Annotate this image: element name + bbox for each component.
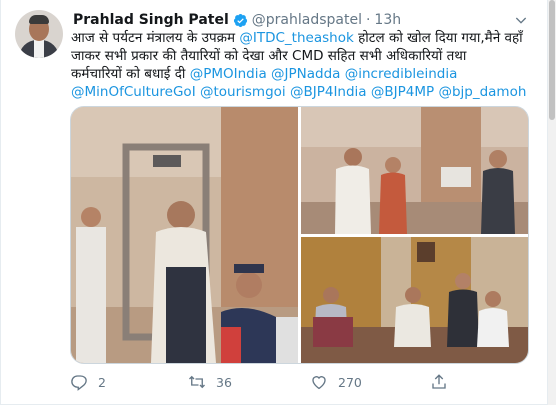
retweet-button[interactable]: 36 <box>188 372 232 392</box>
mention-link[interactable]: @MinOfCultureGoI <box>71 84 196 100</box>
mention-link[interactable]: @PMOIndia <box>190 66 267 82</box>
share-button[interactable] <box>430 372 458 392</box>
tweet-text: आज से पर्यटन मंत्रालय के उपक्रम @ITDC_th… <box>71 29 533 101</box>
tweet-text-segment: आज से पर्यटन मंत्रालय के उपक्रम <box>71 30 240 46</box>
author-handle[interactable]: @prahladspatel <box>252 12 362 28</box>
reply-count: 2 <box>98 374 106 390</box>
tweet-text-segment: होटल को खोल दिया गया,मैने वहाँ <box>353 30 523 46</box>
avatar[interactable] <box>15 10 63 58</box>
reply-button[interactable]: 2 <box>70 372 106 392</box>
share-icon <box>432 374 446 389</box>
retweet-icon <box>189 375 205 389</box>
mention-link[interactable]: @JPNadda <box>271 66 340 82</box>
photo-3[interactable] <box>301 237 528 363</box>
mention-link[interactable]: @ITDC_theashok <box>239 30 353 46</box>
mention-link[interactable]: @incredibleindia <box>345 66 458 82</box>
tweet-card[interactable]: Prahlad Singh Patel @prahladspatel · 13h… <box>0 0 548 405</box>
tweet-header: Prahlad Singh Patel @prahladspatel · 13h <box>73 10 401 30</box>
media-grid <box>70 106 529 364</box>
tweet-actions: 2 36 270 <box>70 372 530 392</box>
like-button[interactable]: 270 <box>310 372 362 392</box>
chevron-down-icon[interactable] <box>513 12 529 28</box>
separator-dot: · <box>365 12 371 28</box>
tweet-timestamp[interactable]: 13h <box>374 12 401 28</box>
scrollbar-thumb[interactable] <box>549 0 555 120</box>
like-count: 270 <box>338 374 362 390</box>
mention-link[interactable]: @bjp_damoh <box>438 84 526 100</box>
mention-link[interactable]: @tourismgoi <box>200 84 286 100</box>
author-name[interactable]: Prahlad Singh Patel <box>73 12 229 28</box>
photo-1[interactable] <box>71 107 298 363</box>
scrollbar[interactable] <box>548 0 556 405</box>
heart-icon <box>312 376 326 390</box>
reply-icon <box>71 375 87 391</box>
mention-link[interactable]: @BJP4MP <box>371 84 434 100</box>
photo-2[interactable] <box>301 107 528 234</box>
tweet-text-segment: जाकर सभी प्रकार की तैयारियों को देखा और … <box>71 48 467 64</box>
retweet-count: 36 <box>216 374 232 390</box>
mention-link[interactable]: @BJP4India <box>290 84 367 100</box>
tweet-text-segment: कर्मचारियों को बधाई दी <box>71 66 190 82</box>
verified-badge-icon <box>233 13 247 27</box>
